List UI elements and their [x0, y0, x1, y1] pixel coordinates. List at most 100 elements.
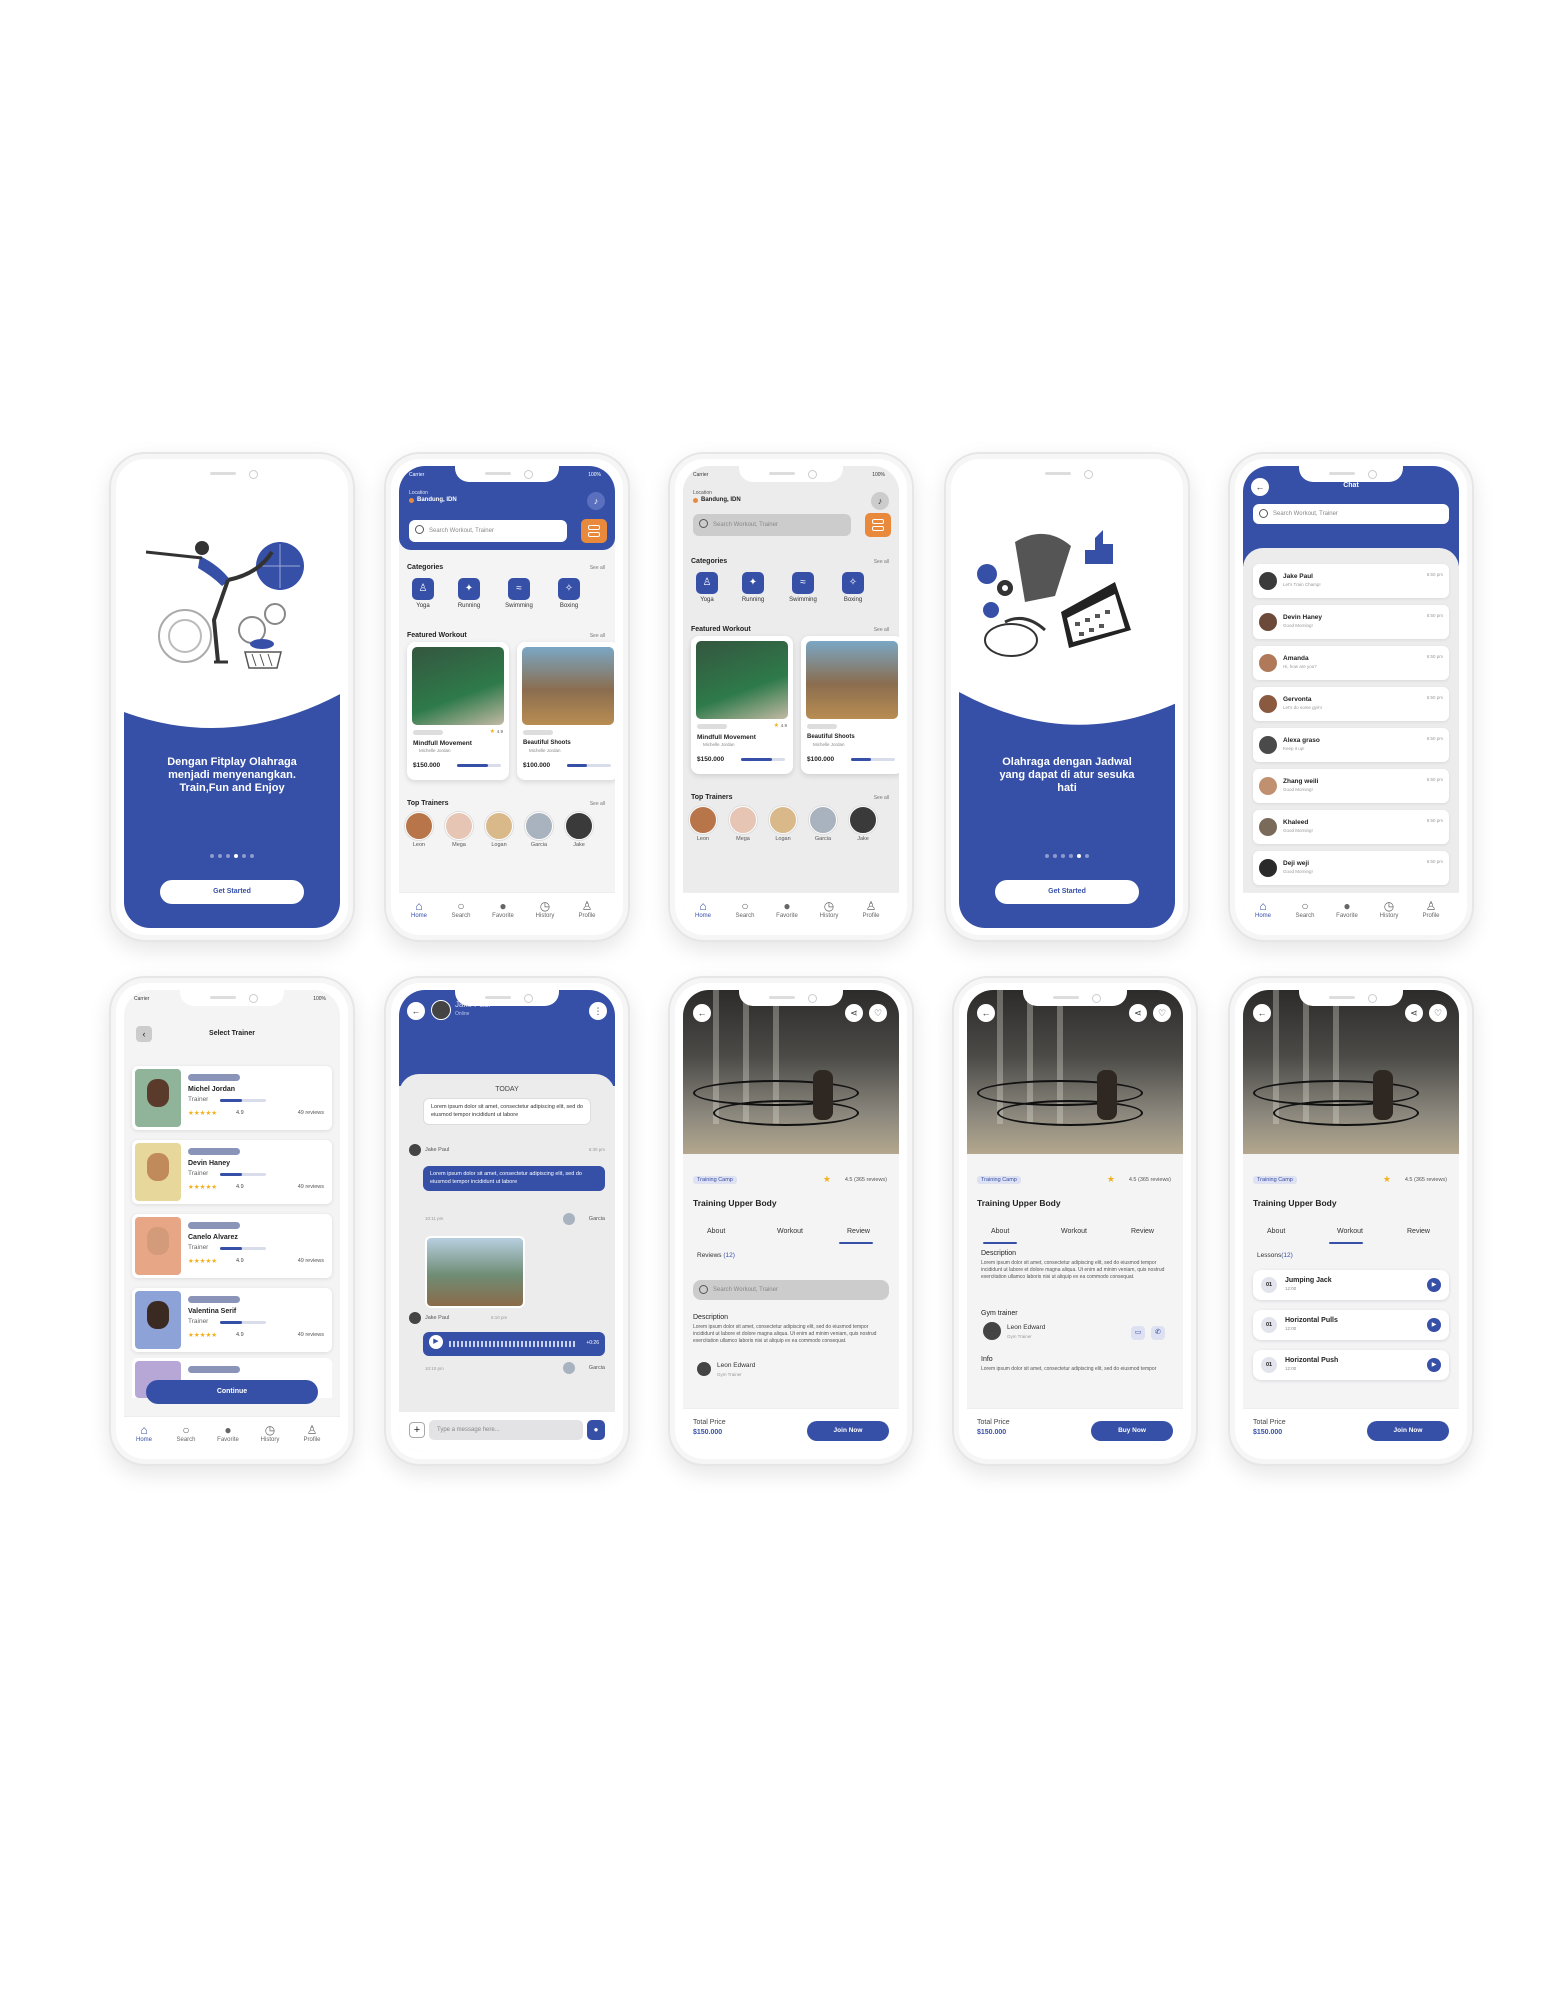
trainer-avatar[interactable]: Leon: [688, 806, 718, 842]
featured-card[interactable]: Beautiful Shoots Michelle Jordan $100.00…: [801, 636, 899, 774]
category-running[interactable]: ✦ Running: [733, 572, 773, 603]
chat-list-item[interactable]: Gervonta Let's do some gym! 6:50 pm: [1253, 687, 1449, 721]
nav-home[interactable]: ⌂ Home: [401, 899, 437, 919]
back-arrow-icon[interactable]: ←: [407, 1002, 425, 1020]
category-boxing[interactable]: ✧ Boxing: [833, 572, 873, 603]
featured-card[interactable]: ★ 4.9 Mindfull Movement Michelle Jordan …: [691, 636, 793, 774]
back-arrow-icon[interactable]: ←: [1253, 1004, 1271, 1022]
chat-list-item[interactable]: Zhang weili Good Morning! 6:50 pm: [1253, 769, 1449, 803]
review-search-input[interactable]: Search Workout, Trainer: [693, 1280, 889, 1300]
trainer-avatar[interactable]: Mega: [444, 812, 474, 848]
image-message[interactable]: [425, 1236, 525, 1308]
chat-list-item[interactable]: Deji weji Good Morning! 6:50 pm: [1253, 851, 1449, 885]
filter-button[interactable]: [865, 513, 891, 537]
category-running[interactable]: ✦ Running: [449, 578, 489, 609]
play-icon[interactable]: ▶: [1427, 1278, 1441, 1292]
heart-icon[interactable]: ♡: [1429, 1004, 1447, 1022]
categories-see-all[interactable]: See all: [874, 559, 889, 565]
trainer-row[interactable]: Devin Haney Trainer ★★★★★ 4.9 49 reviews: [132, 1140, 332, 1204]
nav-history[interactable]: ◷ History: [252, 1423, 288, 1443]
trainer-avatar[interactable]: Logan: [768, 806, 798, 842]
search-input[interactable]: Search Workout, Trainer: [1253, 504, 1449, 524]
filter-button[interactable]: [581, 519, 607, 543]
nav-profile[interactable]: ♙ Profile: [294, 1423, 330, 1443]
nav-profile[interactable]: ♙ Profile: [569, 899, 605, 919]
chat-list-item[interactable]: Amanda Hi, how are you? 6:50 pm: [1253, 646, 1449, 680]
play-icon[interactable]: ▶: [1427, 1318, 1441, 1332]
nav-favorite[interactable]: ● Favorite: [485, 899, 521, 919]
tab-about[interactable]: About: [707, 1228, 725, 1235]
category-boxing[interactable]: ✧ Boxing: [549, 578, 589, 609]
share-icon[interactable]: ⋖: [1129, 1004, 1147, 1022]
tab-workout[interactable]: Workout: [777, 1228, 803, 1235]
trainer-avatar[interactable]: Mega: [728, 806, 758, 842]
trainer-avatar[interactable]: Jake: [564, 812, 594, 848]
trainers-see-all[interactable]: See all: [874, 795, 889, 801]
voice-message[interactable]: ▶ +0:26: [423, 1332, 605, 1356]
nav-profile[interactable]: ♙ Profile: [1413, 899, 1449, 919]
chat-list-item[interactable]: Alexa graso Keep it up! 6:50 pm: [1253, 728, 1449, 762]
join-now-button[interactable]: Join Now: [807, 1421, 889, 1441]
trainers-see-all[interactable]: See all: [590, 801, 605, 807]
trainer-row[interactable]: Valentina Serif Trainer ★★★★★ 4.9 49 reviews: [132, 1288, 332, 1352]
tab-workout[interactable]: Workout: [1061, 1228, 1087, 1235]
tab-review[interactable]: Review: [1407, 1228, 1430, 1235]
more-icon[interactable]: ⋮: [589, 1002, 607, 1020]
share-icon[interactable]: ⋖: [1405, 1004, 1423, 1022]
share-icon[interactable]: ⋖: [845, 1004, 863, 1022]
location-value[interactable]: Bandung, IDN: [701, 497, 741, 503]
bell-icon[interactable]: ♪: [587, 492, 605, 510]
search-input[interactable]: Search Workout, Trainer: [409, 520, 567, 542]
play-icon[interactable]: ▶: [1427, 1358, 1441, 1372]
trainer-avatar[interactable]: Leon: [404, 812, 434, 848]
nav-favorite[interactable]: ● Favorite: [769, 899, 805, 919]
featured-card[interactable]: ★ 4.9 Mindfull Movement Michelle Jordan …: [407, 642, 509, 780]
nav-home[interactable]: ⌂ Home: [126, 1423, 162, 1443]
nav-profile[interactable]: ♙ Profile: [853, 899, 889, 919]
call-button[interactable]: ✆: [1151, 1326, 1165, 1340]
tab-about[interactable]: About: [991, 1228, 1009, 1235]
nav-favorite[interactable]: ● Favorite: [1329, 899, 1365, 919]
message-input[interactable]: Type a message here...: [429, 1420, 583, 1440]
nav-home[interactable]: ⌂ Home: [1245, 899, 1281, 919]
location-value[interactable]: Bandung, IDN: [417, 497, 457, 503]
featured-see-all[interactable]: See all: [590, 633, 605, 639]
back-arrow-icon[interactable]: ←: [693, 1004, 711, 1022]
nav-search[interactable]: ○ Search: [443, 899, 479, 919]
lesson-item[interactable]: 01 Jumping Jack 12:00 ▶: [1253, 1270, 1449, 1300]
category-swimming[interactable]: ≈ Swimming: [499, 578, 539, 609]
trainer-row[interactable]: Canelo Alvarez Trainer ★★★★★ 4.9 49 reviews: [132, 1214, 332, 1278]
chat-list-item[interactable]: Devin Haney Good Morning! 6:50 pm: [1253, 605, 1449, 639]
continue-button[interactable]: Continue: [146, 1380, 318, 1404]
nav-search[interactable]: ○ Search: [168, 1423, 204, 1443]
tab-review[interactable]: Review: [1131, 1228, 1154, 1235]
nav-history[interactable]: ◷ History: [1371, 899, 1407, 919]
nav-search[interactable]: ○ Search: [727, 899, 763, 919]
featured-card[interactable]: Beautiful Shoots Michelle Jordan $100.00…: [517, 642, 615, 780]
mic-button[interactable]: ●: [587, 1420, 605, 1440]
nav-history[interactable]: ◷ History: [527, 899, 563, 919]
get-started-button[interactable]: Get Started: [995, 880, 1139, 904]
get-started-button[interactable]: Get Started: [160, 880, 304, 904]
nav-home[interactable]: ⌂ Home: [685, 899, 721, 919]
nav-search[interactable]: ○ Search: [1287, 899, 1323, 919]
buy-now-button[interactable]: Buy Now: [1091, 1421, 1173, 1441]
chat-list-item[interactable]: Jake Paul Let's Train Champ! 6:50 pm: [1253, 564, 1449, 598]
nav-favorite[interactable]: ● Favorite: [210, 1423, 246, 1443]
tab-review[interactable]: Review: [847, 1228, 870, 1235]
lesson-item[interactable]: 01 Horizontal Push 12:00 ▶: [1253, 1350, 1449, 1380]
tab-about[interactable]: About: [1267, 1228, 1285, 1235]
trainer-avatar[interactable]: Jake: [848, 806, 878, 842]
back-arrow-icon[interactable]: ←: [977, 1004, 995, 1022]
chat-list-item[interactable]: Khaleed Good Morning! 6:50 pm: [1253, 810, 1449, 844]
heart-icon[interactable]: ♡: [869, 1004, 887, 1022]
search-input[interactable]: Search Workout, Trainer: [693, 514, 851, 536]
bell-icon[interactable]: ♪: [871, 492, 889, 510]
categories-see-all[interactable]: See all: [590, 565, 605, 571]
category-yoga[interactable]: ♙ Yoga: [403, 578, 443, 609]
attach-button[interactable]: +: [409, 1422, 425, 1438]
play-icon[interactable]: ▶: [429, 1335, 443, 1349]
trainer-avatar[interactable]: Garcia: [524, 812, 554, 848]
category-yoga[interactable]: ♙ Yoga: [687, 572, 727, 603]
trainer-avatar[interactable]: Logan: [484, 812, 514, 848]
